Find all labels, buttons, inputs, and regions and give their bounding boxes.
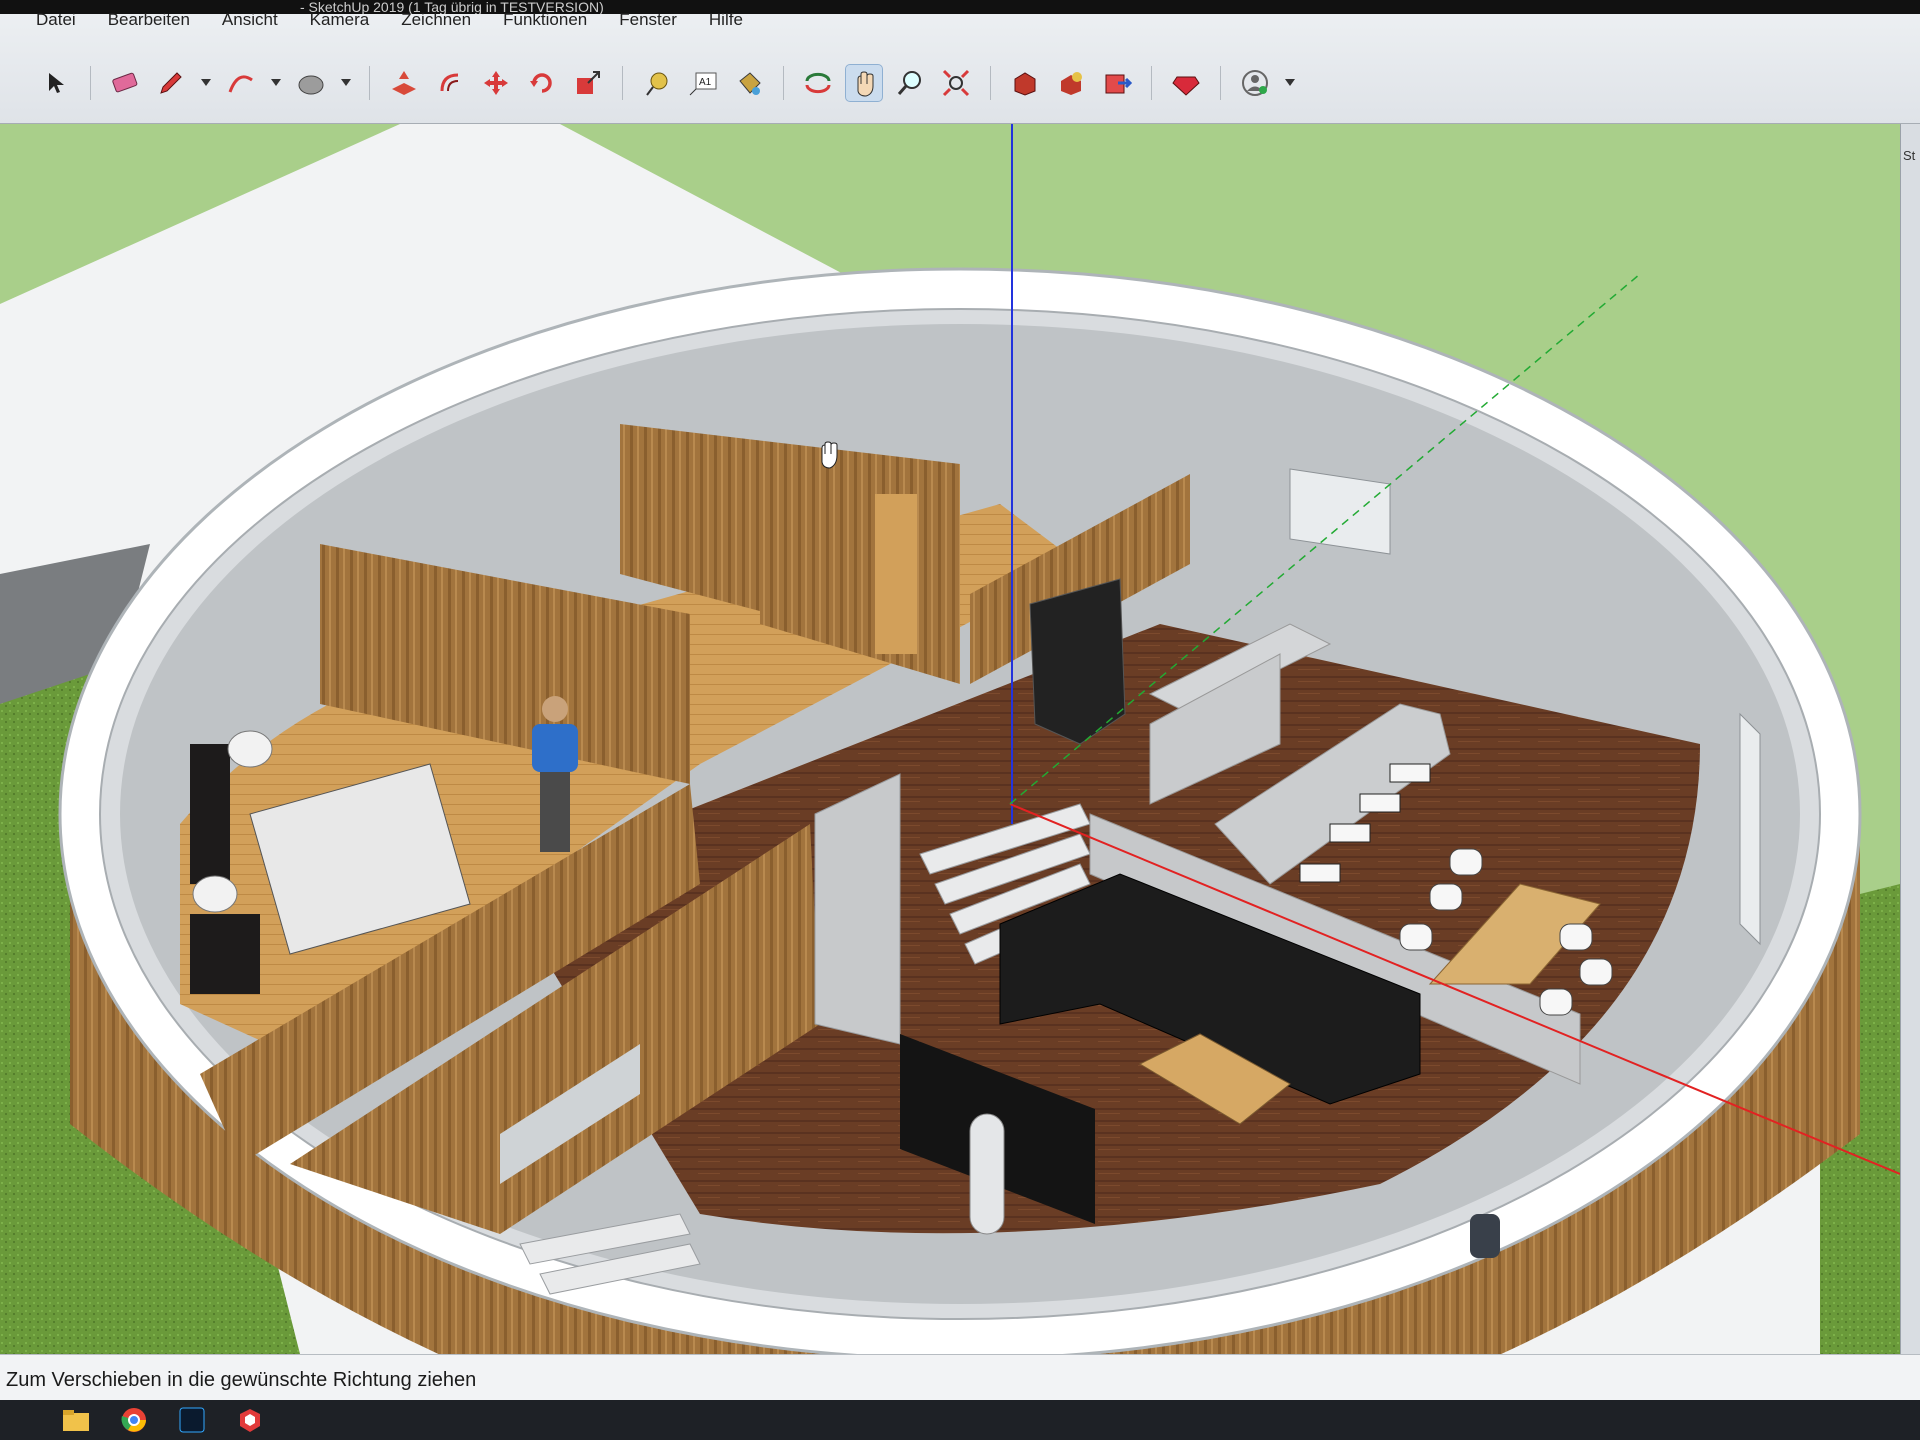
toolbar-separator [1220,66,1221,100]
right-wall-window [1739,712,1761,946]
warehouse-icon [1014,72,1036,96]
toolbar-separator [369,66,370,100]
menu-datei[interactable]: Datei [20,10,92,34]
arc-tool[interactable] [223,65,259,101]
pencil-icon [160,72,182,94]
menu-hilfe[interactable]: Hilfe [693,10,759,34]
scale-tool[interactable] [570,65,606,101]
chrome-icon [121,1408,146,1432]
circle-icon [298,75,324,95]
tape-measure-tool[interactable] [639,65,675,101]
status-bar: Zum Verschieben in die gewünschte Richtu… [0,1354,1920,1400]
corner-bin [1470,1214,1500,1258]
nightstand [190,914,260,994]
door-opening [875,494,917,654]
hand-cursor-icon [821,441,838,469]
offset-icon [440,73,459,92]
shapes-dropdown[interactable] [339,65,353,101]
toolbar-separator [622,66,623,100]
toolbar-separator [90,66,91,100]
toolbar-separator [783,66,784,100]
account-button[interactable] [1237,65,1273,101]
chevron-down-icon [1285,79,1295,86]
menu-fenster[interactable]: Fenster [603,10,693,34]
extension-manager-tool[interactable] [1168,65,1204,101]
user-icon [1242,70,1268,96]
extension-warehouse-tool[interactable] [1053,65,1089,101]
push-pull-tool[interactable] [386,65,422,101]
select-tool[interactable] [38,65,74,101]
menu-ansicht[interactable]: Ansicht [206,10,294,34]
screen: A1 - SketchUp 2019 (1 Tag übrig in TESTV… [0,0,1920,1440]
warehouse-tool[interactable] [1007,65,1043,101]
column-speaker [969,1113,1005,1235]
chevron-down-icon [271,79,281,86]
layout-icon [1105,74,1132,94]
tray-label: St [1903,148,1916,163]
pan-tool[interactable] [845,64,883,102]
text-icon: A1 [689,72,717,96]
move-icon [484,71,508,95]
taskbar-chrome[interactable] [118,1404,150,1436]
menu-funktionen[interactable]: Funktionen [487,10,603,34]
toolbar-separator [990,66,991,100]
zoom-extents-tool[interactable] [938,65,974,101]
scale-icon [577,71,600,94]
eraser-icon [112,72,138,93]
arc-icon [228,75,253,93]
paint-bucket-icon [739,72,761,95]
rotate-tool[interactable] [524,65,560,101]
photoshop-icon [179,1407,205,1433]
round-wall-window [1289,468,1391,555]
taskbar-sketchup[interactable] [234,1404,266,1436]
lamp-top [227,730,273,768]
chevron-down-icon [201,79,211,86]
move-tool[interactable] [478,65,514,101]
text-tool-label: A1 [699,77,712,88]
chevron-down-icon [341,79,351,86]
menu-zeichnen[interactable]: Zeichnen [385,10,487,34]
zoom-extents-icon [942,69,970,97]
arrow-icon [49,73,64,93]
zoom-tool[interactable] [892,65,928,101]
hand-icon [857,71,874,97]
windows-taskbar [0,1400,1920,1440]
eraser-tool[interactable] [107,65,143,101]
model-scene[interactable] [0,124,1900,1354]
rotate-icon [530,73,552,93]
menu-kamera[interactable]: Kamera [294,10,386,34]
push-pull-icon [392,71,416,95]
send-to-layout-tool[interactable] [1099,65,1135,101]
file-explorer-icon [63,1410,89,1431]
text-tool[interactable]: A1 [685,65,721,101]
menu-bearbeiten[interactable]: Bearbeiten [92,10,206,34]
orbit-tool[interactable] [800,65,836,101]
large-toolset: A1 [38,52,1297,114]
lamp-bottom [192,875,238,913]
sketchup-icon [240,1409,260,1432]
account-dropdown[interactable] [1283,65,1297,101]
zoom-icon [897,71,921,95]
shapes-tool[interactable] [293,65,329,101]
tape-measure-icon [646,72,668,96]
status-text: Zum Verschieben in die gewünschte Richtu… [6,1369,477,1391]
concrete-stair-core [814,773,901,1045]
menu-bar: Datei Bearbeiten Ansicht Kamera Zeichnen… [0,0,1920,34]
taskbar-file-explorer[interactable] [60,1404,92,1436]
pencil-dropdown[interactable] [199,65,213,101]
model-viewport[interactable] [0,124,1900,1354]
paint-bucket-tool[interactable] [731,65,767,101]
orbit-icon [805,72,831,94]
gem-icon [1172,76,1200,96]
taskbar-photoshop[interactable] [176,1404,208,1436]
toolbar-separator [1151,66,1152,100]
extension-icon [1061,72,1082,95]
headboard [190,744,230,884]
pencil-tool[interactable] [153,65,189,101]
offset-tool[interactable] [432,65,468,101]
default-tray[interactable] [1900,124,1920,1354]
arc-dropdown[interactable] [269,65,283,101]
